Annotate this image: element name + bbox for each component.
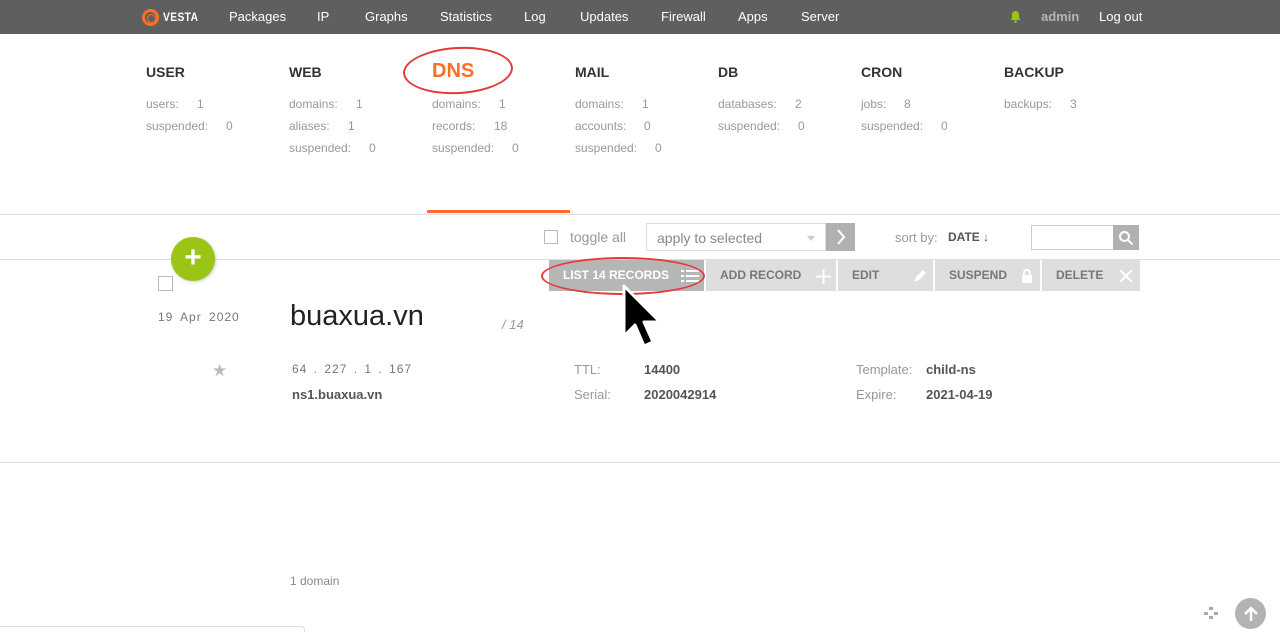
- nav-logout[interactable]: Log out: [1099, 9, 1142, 24]
- pencil-icon: [914, 270, 926, 282]
- nav-apps[interactable]: Apps: [738, 9, 768, 24]
- stats-dns-suspended: suspended: 0: [432, 141, 519, 155]
- nav-updates[interactable]: Updates: [580, 9, 628, 24]
- vesta-logo-text: VESTA: [163, 10, 199, 24]
- divider: [0, 214, 1280, 215]
- stats-backup-backups: backups: 3: [1004, 97, 1077, 111]
- stats-mail-domains: domains: 1: [575, 97, 649, 111]
- top-navigation-bar: VESTA Packages IP Graphs Statistics Log …: [0, 0, 1280, 34]
- stats-db-title: DB: [718, 64, 739, 80]
- stats-user-users: users: 1: [146, 97, 204, 111]
- sort-by-value[interactable]: DATE ↓: [948, 230, 989, 244]
- stats-web-suspended: suspended: 0: [289, 141, 376, 155]
- stats-backup[interactable]: BACKUP: [1004, 64, 1064, 82]
- stats-cron-jobs: jobs: 8: [861, 97, 911, 111]
- serial-label: Serial:: [574, 387, 611, 402]
- stats-user[interactable]: USER: [146, 64, 185, 82]
- add-record-button[interactable]: ADD RECORD: [706, 260, 836, 291]
- domain-count: 1 domain: [290, 574, 340, 588]
- stats-db-databases: databases: 2: [718, 97, 802, 111]
- bell-icon[interactable]: [1010, 10, 1021, 23]
- apply-button[interactable]: [826, 223, 855, 251]
- stats-web-title: WEB: [289, 64, 322, 80]
- stats-cron-title: CRON: [861, 64, 903, 80]
- stats-dns-domains: domains: 1: [432, 97, 506, 111]
- suspend-button[interactable]: SUSPEND: [935, 260, 1040, 291]
- vesta-logo[interactable]: VESTA: [142, 8, 205, 26]
- lock-icon: [1022, 269, 1032, 283]
- stats-dns-records: records: 18: [432, 119, 508, 133]
- records-count: / 14: [502, 317, 524, 332]
- stats-web-domains: domains: 1: [289, 97, 363, 111]
- stats-cron-suspended: suspended: 0: [861, 119, 948, 133]
- nav-ip[interactable]: IP: [317, 9, 329, 24]
- nav-firewall[interactable]: Firewall: [661, 9, 706, 24]
- dns-annotation-ring: [401, 44, 515, 97]
- star-icon[interactable]: ★: [212, 361, 227, 381]
- expire-value: 2021-04-19: [926, 387, 993, 402]
- search-input[interactable]: [1031, 225, 1114, 250]
- row-checkbox[interactable]: [158, 276, 173, 291]
- add-domain-button[interactable]: +: [171, 237, 215, 281]
- template-value: child-ns: [926, 362, 976, 377]
- nav-server[interactable]: Server: [801, 9, 839, 24]
- stats-mail-suspended: suspended: 0: [575, 141, 662, 155]
- scroll-to-top-button[interactable]: [1235, 598, 1266, 629]
- ttl-label: TTL:: [574, 362, 601, 377]
- ttl-value: 14400: [644, 362, 681, 377]
- search-icon: [1119, 230, 1134, 245]
- divider: [0, 462, 1280, 463]
- arrow-up-icon: [1243, 605, 1258, 621]
- grid-dots-icon[interactable]: [1204, 607, 1220, 619]
- plus-icon: [816, 269, 831, 284]
- stats-cron[interactable]: CRON: [861, 64, 902, 82]
- stats-mail-accounts: accounts: 0: [575, 119, 651, 133]
- bottom-panel-edge: [0, 626, 305, 632]
- domain-nameserver: ns1.buaxua.vn: [292, 387, 383, 402]
- stats-web[interactable]: WEB: [289, 64, 322, 82]
- apply-to-selected-select[interactable]: apply to selected: [646, 223, 826, 251]
- nav-packages[interactable]: Packages: [229, 9, 286, 24]
- vesta-logo-icon: [142, 8, 159, 26]
- stats-user-suspended: suspended: 0: [146, 119, 233, 133]
- stats-user-title: USER: [146, 64, 185, 80]
- nav-statistics[interactable]: Statistics: [440, 9, 492, 24]
- nav-user[interactable]: admin: [1041, 9, 1079, 24]
- stats-mail[interactable]: MAIL: [575, 64, 609, 82]
- stats-db[interactable]: DB: [718, 64, 738, 82]
- edit-button[interactable]: EDIT: [838, 260, 933, 291]
- chevron-right-icon: [836, 229, 845, 245]
- template-label: Template:: [856, 362, 913, 377]
- stats-web-aliases: aliases: 1: [289, 119, 355, 133]
- domain-ip: 64 . 227 . 1 . 167: [292, 362, 413, 376]
- mouse-cursor-icon: [622, 284, 662, 348]
- nav-graphs[interactable]: Graphs: [365, 9, 408, 24]
- serial-value: 2020042914: [644, 387, 717, 402]
- sort-by-label: sort by:: [895, 230, 938, 245]
- stats-db-suspended: suspended: 0: [718, 119, 805, 133]
- stats-mail-title: MAIL: [575, 64, 610, 80]
- close-icon: [1119, 269, 1133, 283]
- expire-label: Expire:: [856, 387, 897, 402]
- stats-backup-title: BACKUP: [1004, 64, 1064, 80]
- toggle-all-checkbox[interactable]: [544, 230, 558, 244]
- active-tab-underline: [427, 210, 570, 213]
- delete-button[interactable]: DELETE: [1042, 260, 1140, 291]
- nav-log[interactable]: Log: [524, 9, 546, 24]
- search-button[interactable]: [1113, 225, 1139, 250]
- row-date: 19 Apr 2020: [158, 310, 240, 324]
- domain-name[interactable]: buaxua.vn: [290, 300, 424, 333]
- toggle-all-label[interactable]: toggle all: [570, 229, 626, 245]
